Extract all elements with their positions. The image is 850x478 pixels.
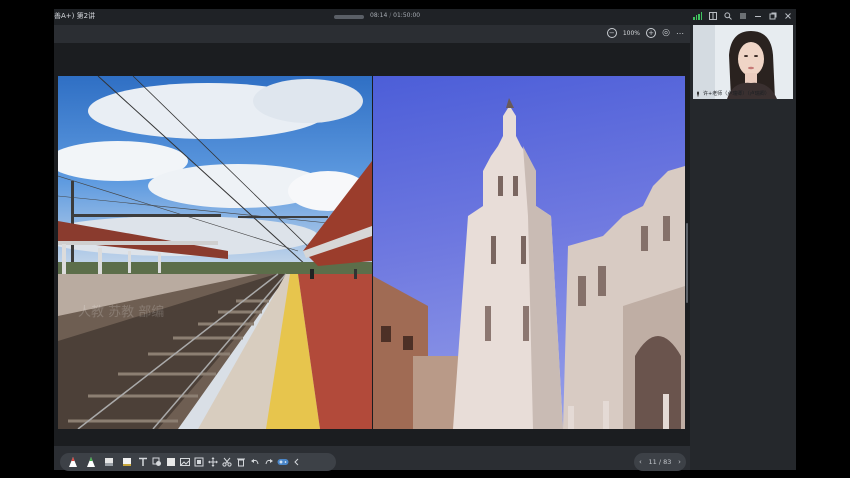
time-separator: / xyxy=(389,12,392,19)
highlighter-icon[interactable] xyxy=(118,453,136,471)
fit-screen-icon[interactable]: ◎ xyxy=(662,29,670,38)
move-icon[interactable] xyxy=(206,453,220,471)
cathedral-tower-photo xyxy=(373,76,685,429)
camera-name-label: 许+老师（卢瑞卿）（卢瑞卿） xyxy=(695,90,770,97)
signal-icon xyxy=(693,11,702,20)
time-total: 01:50:00 xyxy=(393,12,421,19)
gamepad-icon[interactable] xyxy=(276,453,290,471)
lesson-title: 善A+) 第2讲 xyxy=(54,12,96,20)
more-options-icon[interactable]: ⋯ xyxy=(676,29,684,38)
slide-stage: 人教 苏教 部编 xyxy=(54,43,690,446)
page-indicator: 11 / 83 xyxy=(649,458,672,466)
menu-icon[interactable] xyxy=(738,11,747,20)
next-page-button[interactable]: › xyxy=(678,458,681,466)
text-tool-icon[interactable] xyxy=(136,453,150,471)
restore-icon[interactable] xyxy=(768,11,777,20)
microphone-icon xyxy=(697,91,699,96)
title-bar: 善A+) 第2讲 08:14 / 01:50:00 xyxy=(54,9,796,25)
trash-icon[interactable] xyxy=(234,453,248,471)
page-navigator: ‹ 11 / 83 › xyxy=(634,453,686,471)
annotation-tools xyxy=(60,453,336,471)
teacher-name: 许+老师（卢瑞卿）（卢瑞卿） xyxy=(703,91,770,97)
classroom-app: 善A+) 第2讲 08:14 / 01:50:00 − 100% + ◎ ⋯ 人… xyxy=(54,9,796,471)
stage-scrollbar[interactable] xyxy=(686,223,688,303)
svg-text:人教 苏教 部编: 人教 苏教 部编 xyxy=(78,304,164,320)
zoom-level: 100% xyxy=(622,29,640,37)
slide-canvas: 人教 苏教 部编 xyxy=(58,76,685,429)
zoom-in-button[interactable]: + xyxy=(646,28,656,38)
pen-green-icon[interactable] xyxy=(82,453,100,471)
zoom-out-button[interactable]: − xyxy=(606,28,617,38)
right-panel: 许+老师（卢瑞卿）（卢瑞卿） xyxy=(690,25,796,470)
close-icon[interactable] xyxy=(783,11,792,20)
image-icon[interactable] xyxy=(178,453,192,471)
collapse-icon[interactable] xyxy=(290,453,304,471)
viewer-toolbar: − 100% + ◎ ⋯ xyxy=(54,25,690,43)
teacher-camera[interactable]: 许+老师（卢瑞卿）（卢瑞卿） xyxy=(693,25,793,99)
search-icon[interactable] xyxy=(723,11,732,20)
undo-icon[interactable] xyxy=(248,453,262,471)
time-current: 08:14 xyxy=(370,12,388,19)
pen-red-icon[interactable] xyxy=(64,453,82,471)
scissors-icon[interactable] xyxy=(220,453,234,471)
minimize-icon[interactable] xyxy=(753,11,762,20)
current-page: 11 xyxy=(648,458,657,466)
screen-icon[interactable] xyxy=(192,453,206,471)
playback-progress[interactable] xyxy=(334,15,364,19)
bottom-toolbar: ‹ 11 / 83 › xyxy=(54,446,690,471)
square-icon[interactable] xyxy=(164,453,178,471)
redo-icon[interactable] xyxy=(262,453,276,471)
shape-tool-icon[interactable] xyxy=(150,453,164,471)
prev-page-button[interactable]: ‹ xyxy=(639,458,642,466)
grid-icon[interactable] xyxy=(708,11,717,20)
railway-platform-photo: 人教 苏教 部编 xyxy=(58,76,372,429)
playback-time: 08:14 / 01:50:00 xyxy=(370,12,420,19)
total-pages: 83 xyxy=(663,458,672,466)
eraser-icon[interactable] xyxy=(100,453,118,471)
